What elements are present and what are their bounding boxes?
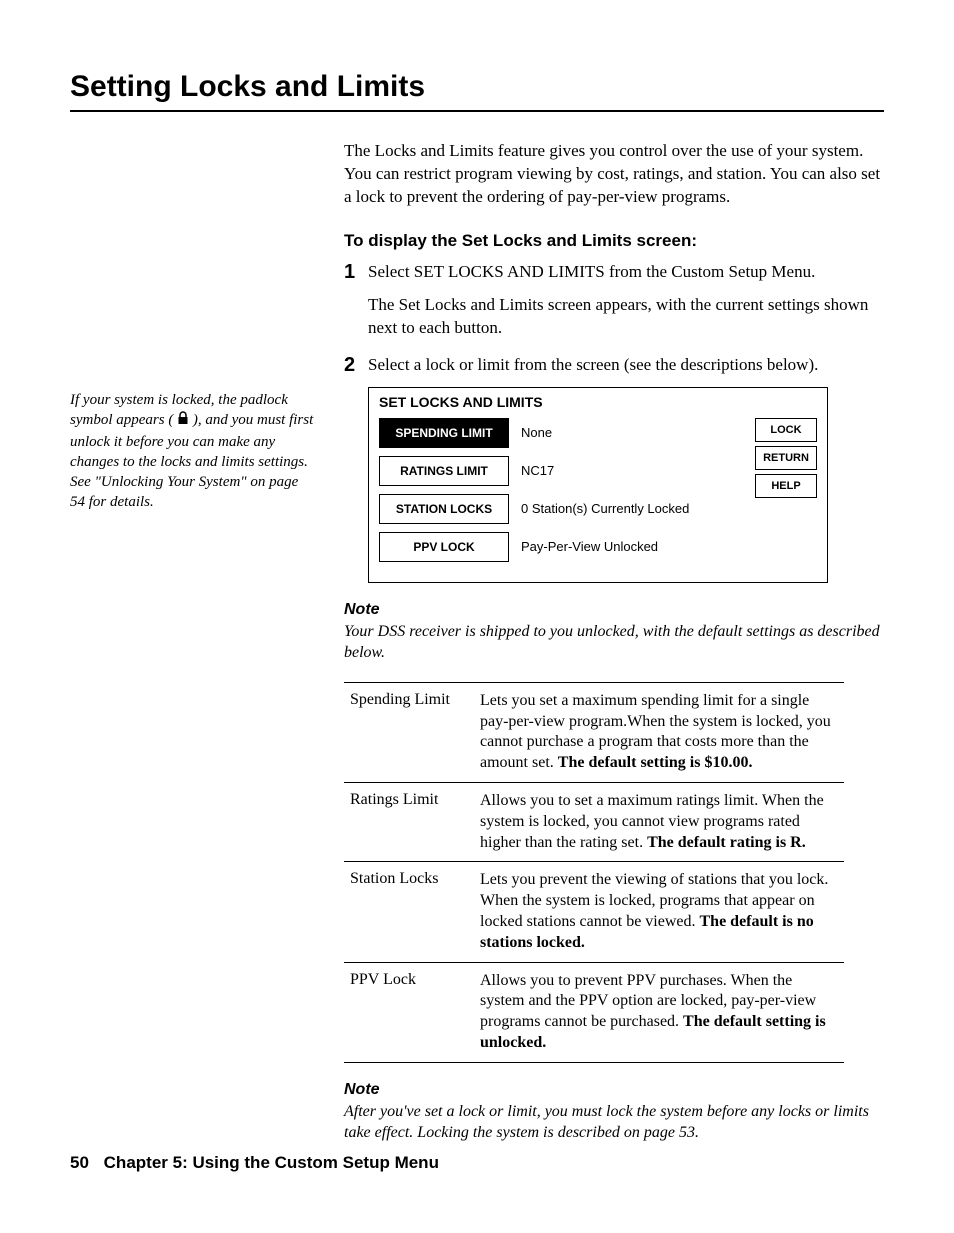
spending-limit-value: None: [509, 425, 552, 440]
page-number: 50: [70, 1153, 89, 1172]
desc-text-bold: The default rating is R.: [647, 834, 806, 851]
panel-side-buttons: LOCK RETURN HELP: [755, 418, 817, 570]
margin-column: If your system is locked, the padlock sy…: [70, 140, 316, 1162]
page-footer: 50 Chapter 5: Using the Custom Setup Men…: [70, 1153, 439, 1173]
desc-text: Allows you to set a maximum ratings limi…: [480, 791, 838, 853]
note-body-2: After you've set a lock or limit, you mu…: [344, 1101, 884, 1144]
desc-label: Spending Limit: [350, 691, 480, 774]
note-heading-2: Note: [344, 1081, 884, 1099]
row-spending-limit: SPENDING LIMIT None: [379, 418, 745, 448]
step-text: Select SET LOCKS AND LIMITS from the Cus…: [368, 261, 815, 284]
row-station-locks: STATION LOCKS 0 Station(s) Currently Loc…: [379, 494, 745, 524]
return-button[interactable]: RETURN: [755, 446, 817, 470]
desc-row-ratings: Ratings Limit Allows you to set a maximu…: [344, 783, 844, 862]
desc-text: Allows you to prevent PPV purchases. Whe…: [480, 971, 838, 1054]
desc-text: Lets you set a maximum spending limit fo…: [480, 691, 838, 774]
margin-note: If your system is locked, the padlock sy…: [70, 390, 316, 513]
desc-row-stations: Station Locks Lets you prevent the viewi…: [344, 862, 844, 962]
station-locks-button[interactable]: STATION LOCKS: [379, 494, 509, 524]
step-number: 2: [344, 354, 368, 377]
ppv-lock-button[interactable]: PPV LOCK: [379, 532, 509, 562]
instruction-heading: To display the Set Locks and Limits scre…: [344, 231, 884, 251]
lock-button[interactable]: LOCK: [755, 418, 817, 442]
step-text: Select a lock or limit from the screen (…: [368, 354, 818, 377]
page-title: Setting Locks and Limits: [70, 70, 884, 112]
intro-paragraph: The Locks and Limits feature gives you c…: [344, 140, 884, 209]
panel-title: SET LOCKS AND LIMITS: [369, 388, 827, 414]
panel-body: SPENDING LIMIT None RATINGS LIMIT NC17 S…: [369, 414, 827, 582]
note-heading: Note: [344, 601, 884, 619]
ratings-limit-button[interactable]: RATINGS LIMIT: [379, 456, 509, 486]
note-body: Your DSS receiver is shipped to you unlo…: [344, 621, 884, 664]
step-1: 1 Select SET LOCKS AND LIMITS from the C…: [344, 261, 884, 284]
spending-limit-button[interactable]: SPENDING LIMIT: [379, 418, 509, 448]
content-columns: If your system is locked, the padlock sy…: [70, 140, 884, 1162]
desc-text-bold: The default setting is $10.00.: [558, 754, 753, 771]
desc-text: Lets you prevent the viewing of stations…: [480, 870, 838, 953]
desc-row-ppv: PPV Lock Allows you to prevent PPV purch…: [344, 963, 844, 1062]
set-locks-panel: SET LOCKS AND LIMITS SPENDING LIMIT None…: [368, 387, 828, 583]
desc-label: Station Locks: [350, 870, 480, 953]
ppv-lock-value: Pay-Per-View Unlocked: [509, 539, 658, 554]
desc-label: PPV Lock: [350, 971, 480, 1054]
row-ratings-limit: RATINGS LIMIT NC17: [379, 456, 745, 486]
lock-icon: [177, 411, 189, 431]
step-2: 2 Select a lock or limit from the screen…: [344, 354, 884, 377]
ratings-limit-value: NC17: [509, 463, 554, 478]
step-1-result: The Set Locks and Limits screen appears,…: [368, 294, 884, 340]
main-column: The Locks and Limits feature gives you c…: [344, 140, 884, 1162]
step-list: 1 Select SET LOCKS AND LIMITS from the C…: [344, 261, 884, 377]
desc-label: Ratings Limit: [350, 791, 480, 853]
desc-row-spending: Spending Limit Lets you set a maximum sp…: [344, 683, 844, 783]
description-table: Spending Limit Lets you set a maximum sp…: [344, 682, 844, 1063]
station-locks-value: 0 Station(s) Currently Locked: [509, 501, 689, 516]
chapter-label: Chapter 5: Using the Custom Setup Menu: [104, 1153, 439, 1172]
step-number: 1: [344, 261, 368, 284]
row-ppv-lock: PPV LOCK Pay-Per-View Unlocked: [379, 532, 745, 562]
panel-rows: SPENDING LIMIT None RATINGS LIMIT NC17 S…: [379, 418, 745, 570]
help-button[interactable]: HELP: [755, 474, 817, 498]
